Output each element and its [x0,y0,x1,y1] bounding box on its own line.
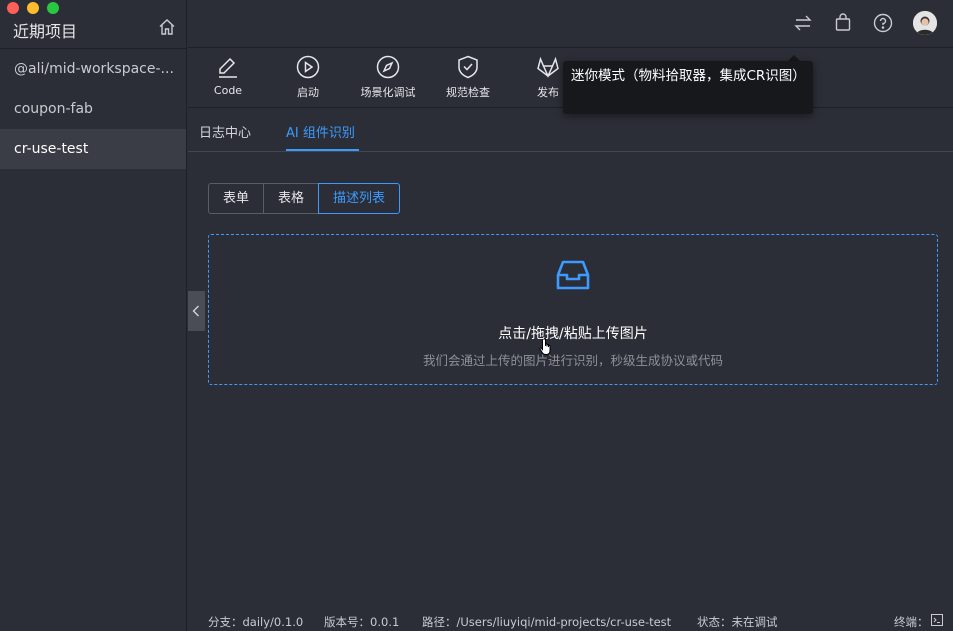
shield-check-icon [458,55,478,79]
terminal-icon[interactable] [931,614,943,629]
recognition-type-segment: 表单 表格 描述列表 [208,183,401,214]
inbox-icon [555,257,591,297]
edit-icon [219,57,237,78]
close-window-button[interactable] [7,2,19,14]
sidebar-collapse-button[interactable] [188,291,205,331]
upload-title: 点击/拖拽/粘贴上传图片 [498,326,648,342]
lint-check-button[interactable]: 规范检查 [428,54,508,100]
sidebar: 近期项目 @ali/mid-workspace-... coupon-fab c… [0,0,187,631]
window-controls [7,2,59,14]
tab-log-center[interactable]: 日志中心 [199,122,251,141]
hand-pointer-cursor [539,338,555,360]
code-label: Code [213,84,243,97]
status-terminal-label: 终端： [894,615,929,629]
help-icon[interactable] [872,12,894,34]
compass-icon [376,55,400,79]
code-button[interactable]: Code [188,54,268,97]
minimize-window-button[interactable] [27,2,39,14]
segment-description-list[interactable]: 描述列表 [318,183,401,214]
sidebar-title: 近期项目 [13,22,78,41]
upload-hint: 我们会通过上传的图片进行识别，秒级生成协议或代码 [422,353,723,368]
switch-icon[interactable] [792,12,814,34]
status-bar: 分支：daily/0.1.0 版本号：0.0.1 路径：/Users/liuyi… [188,610,953,631]
home-icon[interactable] [157,17,177,37]
play-icon [296,55,320,79]
project-list: @ali/mid-workspace-... coupon-fab cr-use… [0,48,186,169]
image-upload-dropzone[interactable]: 点击/拖拽/粘贴上传图片 我们会通过上传的图片进行识别，秒级生成协议或代码 [208,234,938,385]
tab-ai-component-recognition[interactable]: AI 组件识别 [286,122,355,141]
scenario-debug-button[interactable]: 场景化调试 [348,54,428,100]
project-item-coupon-fab[interactable]: coupon-fab [0,89,186,129]
tab-bar: 日志中心 AI 组件识别 [188,108,953,152]
status-branch: 分支：daily/0.1.0 [208,615,304,629]
status-debug-state: 状态：未在调试 [697,615,778,629]
segment-form[interactable]: 表单 [208,183,265,214]
segment-table[interactable]: 表格 [263,183,320,214]
status-path: 路径：/Users/liuyiqi/mid-projects/cr-use-te… [422,615,672,629]
project-item-cr-use-test[interactable]: cr-use-test [0,129,186,169]
status-version: 版本号：0.0.1 [324,615,400,629]
maximize-window-button[interactable] [47,2,59,14]
bag-icon[interactable] [832,12,854,34]
user-avatar[interactable] [913,11,937,35]
mini-mode-tooltip: 迷你模式（物料拾取器，集成CR识图） [563,61,813,114]
top-bar [188,0,953,48]
lint-check-label: 规范检查 [446,86,490,99]
active-tab-indicator [286,149,359,151]
chevron-left-icon [192,305,199,317]
project-item-mid-workspace[interactable]: @ali/mid-workspace-... [0,49,186,89]
start-label: 启动 [297,86,319,99]
scenario-debug-label: 场景化调试 [360,86,416,99]
start-button[interactable]: 启动 [268,54,348,100]
gitlab-icon [537,56,559,78]
